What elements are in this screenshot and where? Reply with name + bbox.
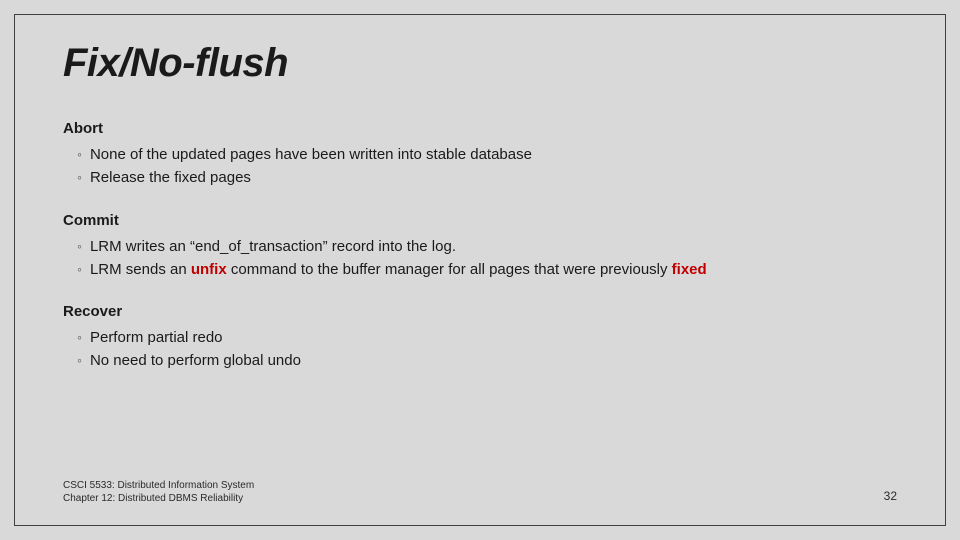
footer: CSCI 5533: Distributed Information Syste… xyxy=(63,479,254,505)
footer-line: CSCI 5533: Distributed Information Syste… xyxy=(63,479,254,492)
bullet-text: No need to perform global undo xyxy=(90,349,301,372)
bullet-text: Perform partial redo xyxy=(90,326,223,349)
page-number: 32 xyxy=(884,489,897,503)
bullet-text: LRM sends an unfix command to the buffer… xyxy=(90,258,707,281)
text-run: LRM sends an xyxy=(90,261,191,278)
text-run: command to the buffer manager for all pa… xyxy=(227,261,672,278)
bullet-text: Release the fixed pages xyxy=(90,166,251,189)
list-item: Perform partial redo xyxy=(77,326,897,349)
heading-abort: Abort xyxy=(63,120,897,137)
commit-list: LRM writes an “end_of_transaction” recor… xyxy=(63,235,897,282)
bullet-text: None of the updated pages have been writ… xyxy=(90,143,532,166)
list-item: No need to perform global undo xyxy=(77,349,897,372)
list-item: LRM writes an “end_of_transaction” recor… xyxy=(77,235,897,258)
heading-commit: Commit xyxy=(63,212,897,229)
abort-list: None of the updated pages have been writ… xyxy=(63,143,897,190)
bullet-text: LRM writes an “end_of_transaction” recor… xyxy=(90,235,456,258)
footer-line: Chapter 12: Distributed DBMS Reliability xyxy=(63,492,254,505)
heading-recover: Recover xyxy=(63,303,897,320)
slide-frame: Fix/No-flush Abort None of the updated p… xyxy=(14,14,946,526)
text-emphasis: fixed xyxy=(672,261,707,278)
list-item: None of the updated pages have been writ… xyxy=(77,143,897,166)
slide-title: Fix/No-flush xyxy=(63,41,897,86)
section-commit: Commit LRM writes an “end_of_transaction… xyxy=(63,212,897,282)
list-item: LRM sends an unfix command to the buffer… xyxy=(77,258,897,281)
section-recover: Recover Perform partial redo No need to … xyxy=(63,303,897,373)
text-emphasis: unfix xyxy=(191,261,227,278)
list-item: Release the fixed pages xyxy=(77,166,897,189)
section-abort: Abort None of the updated pages have bee… xyxy=(63,120,897,190)
recover-list: Perform partial redo No need to perform … xyxy=(63,326,897,373)
